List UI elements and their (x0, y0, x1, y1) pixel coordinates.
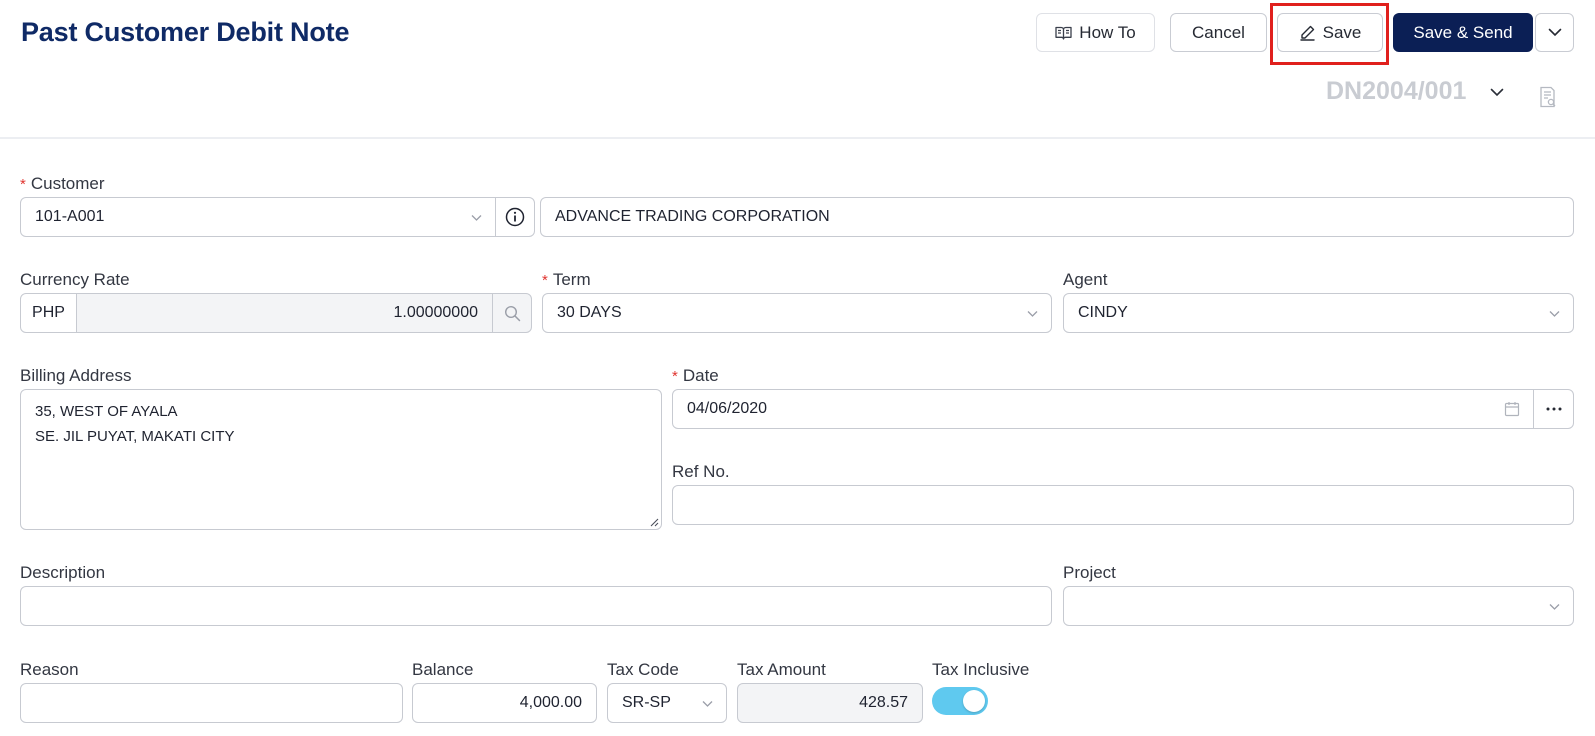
balance-input[interactable]: 4,000.00 (412, 683, 597, 723)
tax-inclusive-label: Tax Inclusive (932, 660, 1030, 679)
currency-code-value: PHP (32, 304, 65, 321)
term-select[interactable]: 30 DAYS (542, 293, 1052, 333)
how-to-button[interactable]: How To (1036, 13, 1155, 52)
customer-code-select[interactable]: 101-A001 (20, 197, 496, 237)
customer-info-button[interactable] (495, 197, 535, 237)
page-title: Past Customer Debit Note (21, 17, 350, 47)
search-icon (504, 305, 520, 321)
tax-code-value: SR-SP (622, 694, 671, 711)
tax-code-label: Tax Code (607, 660, 679, 679)
billing-address-textarea[interactable]: 35, WEST OF AYALA SE. JIL PUYAT, MAKATI … (20, 389, 662, 530)
chevron-down-icon (471, 215, 482, 221)
cancel-button[interactable]: Cancel (1170, 13, 1267, 52)
balance-label: Balance (412, 660, 474, 679)
agent-select[interactable]: CINDY (1063, 293, 1574, 333)
date-value: 04/06/2020 (687, 400, 768, 417)
billing-address-label: Billing Address (20, 366, 132, 385)
customer-code-value: 101-A001 (35, 208, 105, 225)
currency-rate-search-button[interactable] (492, 293, 532, 333)
reason-label: Reason (20, 660, 79, 679)
save-label: Save (1322, 22, 1362, 42)
customer-name-value: ADVANCE TRADING CORPORATION (555, 208, 830, 225)
date-label: * Date (672, 366, 719, 385)
description-label: Description (20, 563, 106, 582)
date-options-button[interactable] (1533, 389, 1574, 429)
save-button[interactable]: Save (1277, 13, 1383, 52)
chevron-down-icon (1549, 604, 1560, 610)
tax-amount-label: Tax Amount (737, 660, 826, 679)
reason-input[interactable] (20, 683, 403, 723)
term-label: * Term (542, 270, 591, 289)
resize-grip-icon[interactable] (649, 517, 659, 527)
tax-code-select[interactable]: SR-SP (607, 683, 727, 723)
date-input[interactable]: 04/06/2020 (672, 389, 1535, 429)
balance-value: 4,000.00 (519, 694, 582, 711)
chevron-down-icon (1548, 28, 1561, 37)
save-and-send-button[interactable]: Save & Send (1393, 13, 1533, 52)
currency-rate-label: Currency Rate (20, 270, 130, 289)
tax-amount-field: 428.57 (737, 683, 923, 723)
toggle-knob (963, 690, 985, 712)
chevron-down-icon (702, 701, 713, 707)
currency-rate-input[interactable]: 1.00000000 (76, 293, 493, 333)
project-select[interactable] (1063, 586, 1574, 626)
term-value: 30 DAYS (557, 304, 622, 321)
billing-address-line1: 35, WEST OF AYALA (35, 403, 178, 420)
ref-no-label: Ref No. (672, 462, 730, 481)
pencil-icon (1299, 25, 1315, 41)
how-to-label: How To (1079, 22, 1136, 42)
customer-name-field[interactable]: ADVANCE TRADING CORPORATION (540, 197, 1574, 237)
description-input[interactable] (20, 586, 1052, 626)
agent-label: Agent (1063, 270, 1108, 289)
document-number: DN2004/001 (1326, 77, 1467, 105)
billing-address-line2: SE. JIL PUYAT, MAKATI CITY (35, 428, 235, 445)
currency-rate-value: 1.00000000 (393, 304, 478, 321)
save-and-send-label: Save & Send (1413, 22, 1513, 42)
more-actions-button[interactable] (1535, 13, 1574, 52)
ref-no-input[interactable] (672, 485, 1574, 525)
book-icon (1055, 26, 1072, 40)
project-label: Project (1063, 563, 1116, 582)
customer-label: * Customer (20, 174, 105, 193)
document-search-icon[interactable] (1538, 86, 1558, 108)
more-horizontal-icon (1546, 407, 1561, 411)
info-icon (505, 207, 525, 227)
tax-amount-value: 428.57 (859, 694, 908, 711)
currency-code-field[interactable]: PHP (20, 293, 77, 333)
chevron-down-icon (1027, 311, 1038, 317)
cancel-label: Cancel (1192, 22, 1245, 42)
chevron-down-icon (1549, 311, 1560, 317)
agent-value: CINDY (1078, 304, 1128, 321)
tax-inclusive-toggle[interactable] (932, 687, 988, 715)
page-header: Past Customer Debit Note How To Cancel S… (0, 0, 1595, 139)
calendar-icon[interactable] (1504, 401, 1520, 417)
doc-number-chevron-icon[interactable] (1490, 88, 1504, 97)
